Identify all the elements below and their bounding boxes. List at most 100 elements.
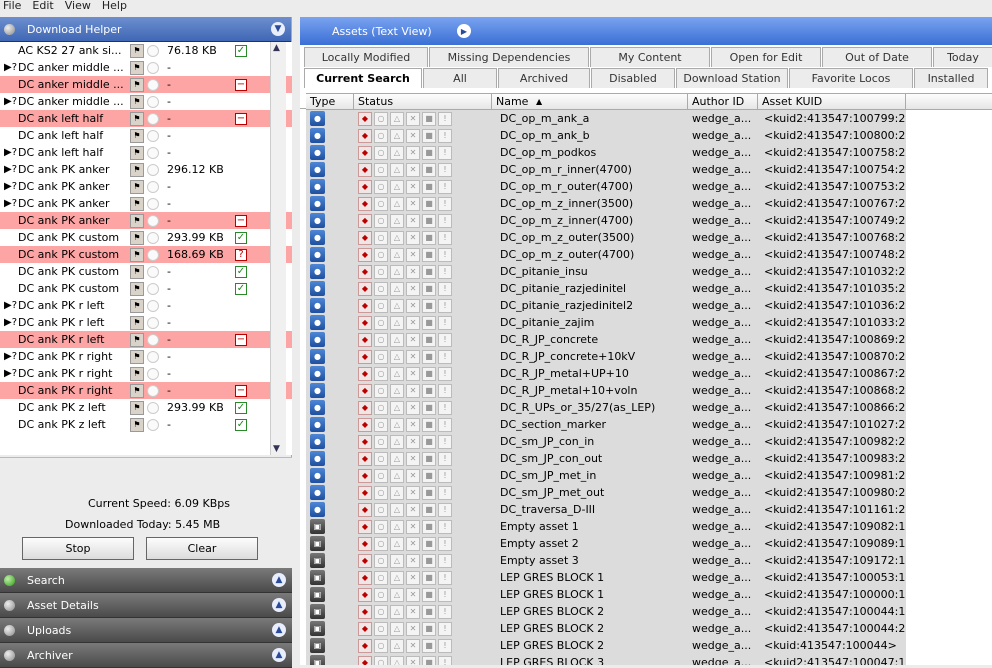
- download-item[interactable]: DC ank PK z left ⚑ 293.99 KB ✓: [0, 399, 292, 416]
- status-error-icon[interactable]: −: [235, 333, 247, 346]
- expand-chevron-icon[interactable]: ▲: [272, 648, 286, 662]
- tab-my-content[interactable]: My Content: [590, 47, 710, 67]
- status-error-icon[interactable]: −: [235, 384, 247, 397]
- table-row[interactable]: ● ◆ ○ △ ✕ ■! DC_pitanie_insu wedge_a... <kuid2:4…: [306, 263, 992, 280]
- status-check-icon[interactable]: ✓: [235, 231, 247, 244]
- asset-details-panel-header[interactable]: Asset Details ▲: [0, 593, 292, 618]
- table-row[interactable]: ● ◆ ○ △ ✕ ■! DC_pitanie_razjedinitel wedge_a...…: [306, 280, 992, 297]
- col-author[interactable]: Author ID: [688, 94, 758, 109]
- download-item[interactable]: DC ank PK r right ⚑ - −: [0, 382, 292, 399]
- download-item[interactable]: DC ank PK r left ⚑ - −: [0, 331, 292, 348]
- download-item[interactable]: DC ank PK custom ⚑ - ✓: [0, 280, 292, 297]
- expand-arrow-icon[interactable]: ▶?: [0, 147, 18, 158]
- tab-all[interactable]: All: [423, 68, 497, 88]
- download-item[interactable]: ▶? DC ank PK r right ⚑ -: [0, 365, 292, 382]
- download-item[interactable]: ▶? DC ank PK anker ⚑ -: [0, 178, 292, 195]
- download-item[interactable]: DC ank PK custom ⚑ - ✓: [0, 263, 292, 280]
- table-row[interactable]: ● ◆ ○ △ ✕ ■! DC_section_marker wedge_a... <kuid2…: [306, 416, 992, 433]
- table-row[interactable]: ▣ ◆ ○ △ ✕ ■! LEP GRES BLOCK 1 wedge_a... <kuid2:…: [306, 569, 992, 586]
- tab-out-of-date[interactable]: Out of Date: [822, 47, 932, 67]
- expand-arrow-icon[interactable]: ▶?: [0, 368, 18, 379]
- col-status[interactable]: Status: [354, 94, 492, 109]
- table-row[interactable]: ▣ ◆ ○ △ ✕ ■! LEP GRES BLOCK 1 wedge_a... <kuid2:…: [306, 586, 992, 603]
- menu-help[interactable]: Help: [99, 0, 135, 14]
- status-check-icon[interactable]: ✓: [235, 418, 247, 431]
- table-row[interactable]: ● ◆ ○ △ ✕ ■! DC_sm_JP_met_in wedge_a... <kuid2:4…: [306, 467, 992, 484]
- tab-today[interactable]: Today: [933, 47, 992, 67]
- table-row[interactable]: ● ◆ ○ △ ✕ ■! DC_op_m_ank_a wedge_a... <kuid2:413…: [306, 110, 992, 127]
- expand-chevron-icon[interactable]: ▲: [272, 623, 286, 637]
- download-item[interactable]: DC ank PK custom ⚑ 168.69 KB?: [0, 246, 292, 263]
- table-row[interactable]: ● ◆ ○ △ ✕ ■! DC_pitanie_razjedinitel2 wedge_a..…: [306, 297, 992, 314]
- status-check-icon[interactable]: ✓: [235, 282, 247, 295]
- download-item[interactable]: ▶? DC ank PK r left ⚑ -: [0, 297, 292, 314]
- download-item[interactable]: ▶? DC ank PK r left ⚑ -: [0, 314, 292, 331]
- status-check-icon[interactable]: ✓: [235, 401, 247, 414]
- expand-arrow-icon[interactable]: ▶?: [0, 317, 18, 328]
- download-item[interactable]: DC anker middle ... ⚑ - −: [0, 76, 292, 93]
- expand-arrow-icon[interactable]: ▶?: [0, 351, 18, 362]
- table-row[interactable]: ● ◆ ○ △ ✕ ■! DC_op_m_r_inner(4700) wedge_a... <k…: [306, 161, 992, 178]
- expand-arrow-icon[interactable]: ▶?: [0, 96, 18, 107]
- table-row[interactable]: ● ◆ ○ △ ✕ ■! DC_sm_JP_con_out wedge_a... <kuid2:…: [306, 450, 992, 467]
- expand-arrow-icon[interactable]: ▶?: [0, 198, 18, 209]
- table-row[interactable]: ● ◆ ○ △ ✕ ■! DC_R_JP_concrete wedge_a... <kuid2:…: [306, 331, 992, 348]
- tab-open-for-edit[interactable]: Open for Edit: [711, 47, 821, 67]
- expand-arrow-icon[interactable]: ▶?: [0, 181, 18, 192]
- status-check-icon[interactable]: ✓: [235, 44, 247, 57]
- table-row[interactable]: ▣ ◆ ○ △ ✕ ■! LEP GRES BLOCK 2 wedge_a... <kuid2:…: [306, 620, 992, 637]
- table-row[interactable]: ▣ ◆ ○ △ ✕ ■! Empty asset 3 wedge_a... <kuid2:413…: [306, 552, 992, 569]
- table-row[interactable]: ● ◆ ○ △ ✕ ■! DC_R_UPs_or_35/27(as_LEP) wedge_a.…: [306, 399, 992, 416]
- expand-arrow-icon[interactable]: ▶?: [0, 62, 18, 73]
- status-error-icon[interactable]: −: [235, 214, 247, 227]
- view-toggle-icon[interactable]: ▶: [457, 24, 471, 38]
- table-row[interactable]: ● ◆ ○ △ ✕ ■! DC_sm_JP_met_out wedge_a... <kuid2:…: [306, 484, 992, 501]
- status-error-icon[interactable]: −: [235, 78, 247, 91]
- status-check-icon[interactable]: ✓: [235, 265, 247, 278]
- download-item[interactable]: DC ank PK anker ⚑ - −: [0, 212, 292, 229]
- download-item[interactable]: DC ank left half ⚑ - −: [0, 110, 292, 127]
- col-kuid[interactable]: Asset KUID: [758, 94, 906, 109]
- table-row[interactable]: ● ◆ ○ △ ✕ ■! DC_op_m_r_outer(4700) wedge_a... <k…: [306, 178, 992, 195]
- menu-file[interactable]: File: [0, 0, 29, 14]
- tab-disabled[interactable]: Disabled: [591, 68, 675, 88]
- download-item[interactable]: ▶? DC ank PK anker ⚑ -: [0, 195, 292, 212]
- col-name[interactable]: Name ▲: [492, 94, 688, 109]
- table-row[interactable]: ● ◆ ○ △ ✕ ■! DC_sm_JP_con_in wedge_a... <kuid2:4…: [306, 433, 992, 450]
- scroll-up-icon[interactable]: ▲: [273, 43, 280, 53]
- table-row[interactable]: ▣ ◆ ○ △ ✕ ■! Empty asset 2 wedge_a... <kuid2:413…: [306, 535, 992, 552]
- download-item[interactable]: AC KS2 27 ank si... ⚑ 76.18 KB ✓: [0, 42, 292, 59]
- download-item[interactable]: DC ank left half ⚑ -: [0, 127, 292, 144]
- tab-favorite-locos[interactable]: Favorite Locos: [789, 68, 913, 88]
- tab-installed[interactable]: Installed: [914, 68, 988, 88]
- table-row[interactable]: ● ◆ ○ △ ✕ ■! DC_op_m_z_outer(3500) wedge_a... <k…: [306, 229, 992, 246]
- table-row[interactable]: ▣ ◆ ○ △ ✕ ■! LEP GRES BLOCK 2 wedge_a... <kuid:4…: [306, 637, 992, 654]
- tab-locally-modified[interactable]: Locally Modified: [304, 47, 428, 67]
- download-item[interactable]: ▶? DC anker middle ... ⚑ -: [0, 59, 292, 76]
- clear-button[interactable]: Clear: [146, 537, 258, 560]
- table-row[interactable]: ● ◆ ○ △ ✕ ■! DC_R_JP_metal+UP+10 wedge_a... <kui…: [306, 365, 992, 382]
- status-question-icon[interactable]: ?: [235, 248, 247, 261]
- table-row[interactable]: ● ◆ ○ △ ✕ ■! DC_op_m_z_outer(4700) wedge_a... <k…: [306, 246, 992, 263]
- download-item[interactable]: ▶? DC ank PK anker ⚑ 296.12 KB: [0, 161, 292, 178]
- download-item[interactable]: ▶? DC ank PK r right ⚑ -: [0, 348, 292, 365]
- expand-chevron-icon[interactable]: ▲: [272, 598, 286, 612]
- table-row[interactable]: ● ◆ ○ △ ✕ ■! DC_traversa_D-III wedge_a... <kuid2…: [306, 501, 992, 518]
- archiver-panel-header[interactable]: Archiver ▲: [0, 643, 292, 668]
- expand-chevron-icon[interactable]: ▲: [272, 573, 286, 587]
- download-item[interactable]: DC ank PK custom ⚑ 293.99 KB ✓: [0, 229, 292, 246]
- stop-button[interactable]: Stop: [22, 537, 134, 560]
- expand-arrow-icon[interactable]: ▶?: [0, 300, 18, 311]
- download-item[interactable]: ▶? DC anker middle ... ⚑ -: [0, 93, 292, 110]
- tab-missing-dependencies[interactable]: Missing Dependencies: [429, 47, 589, 67]
- table-row[interactable]: ▣ ◆ ○ △ ✕ ■! Empty asset 1 wedge_a... <kuid2:413…: [306, 518, 992, 535]
- download-item[interactable]: ▶? DC ank left half ⚑ -: [0, 144, 292, 161]
- download-helper-header[interactable]: Download Helper ▼: [0, 17, 291, 42]
- table-row[interactable]: ● ◆ ○ △ ✕ ■! DC_op_m_z_inner(3500) wedge_a... <k…: [306, 195, 992, 212]
- menu-view[interactable]: View: [62, 0, 99, 14]
- table-row[interactable]: ● ◆ ○ △ ✕ ■! DC_op_m_ank_b wedge_a... <kuid2:413…: [306, 127, 992, 144]
- search-panel-header[interactable]: Search ▲: [0, 568, 292, 593]
- table-row[interactable]: ▣ ◆ ○ △ ✕ ■! LEP GRES BLOCK 3 wedge_a... <kuid2:…: [306, 654, 992, 665]
- table-row[interactable]: ● ◆ ○ △ ✕ ■! DC_R_JP_metal+10+voln wedge_a... <k…: [306, 382, 992, 399]
- table-row[interactable]: ● ◆ ○ △ ✕ ■! DC_op_m_podkos wedge_a... <kuid2:41…: [306, 144, 992, 161]
